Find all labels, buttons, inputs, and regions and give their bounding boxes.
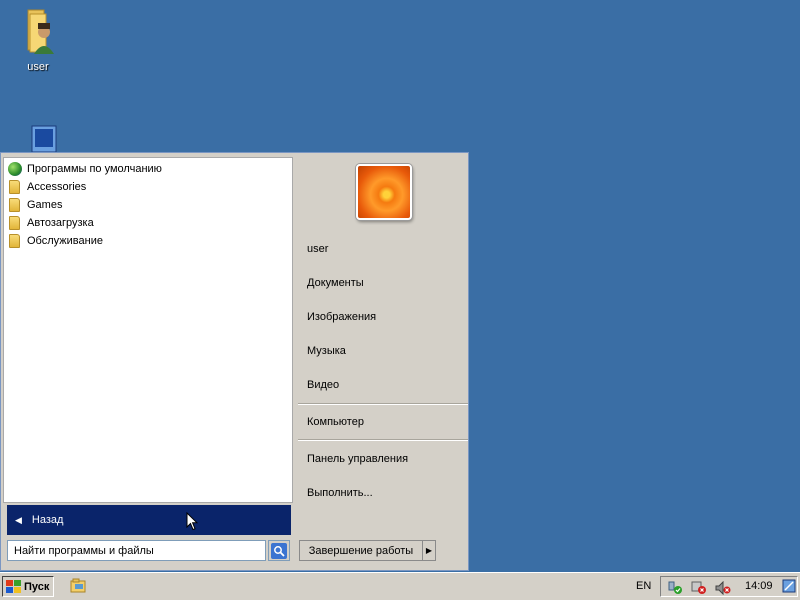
program-label: Обслуживание xyxy=(27,235,103,247)
windows-flag-icon xyxy=(6,580,21,593)
back-button[interactable]: ◀ Назад xyxy=(7,505,291,535)
video-link[interactable]: Видео xyxy=(307,379,339,391)
user-folder-icon xyxy=(27,9,54,54)
computer-icon xyxy=(31,125,57,153)
shutdown-button[interactable]: Завершение работы xyxy=(299,540,423,561)
folder-icon xyxy=(9,234,20,248)
program-label: Автозагрузка xyxy=(27,217,94,229)
program-item-maintenance[interactable]: Обслуживание xyxy=(6,232,292,250)
system-tray xyxy=(660,576,798,597)
triangle-right-icon: ▶ xyxy=(425,546,433,555)
folder-icon xyxy=(9,216,20,230)
program-item-games[interactable]: Games xyxy=(6,196,292,214)
program-item-startup[interactable]: Автозагрузка xyxy=(6,214,292,232)
desktop-icon-label: user xyxy=(27,61,49,73)
start-menu-right-panel: user Документы Изображения Музыка Видео … xyxy=(294,153,468,570)
pictures-link[interactable]: Изображения xyxy=(307,311,376,323)
network-icon[interactable] xyxy=(667,581,683,595)
search-icon xyxy=(271,542,287,559)
language-indicator[interactable]: EN xyxy=(636,580,651,592)
separator xyxy=(298,439,468,441)
program-label: Games xyxy=(27,199,63,211)
program-item-default-programs[interactable]: Программы по умолчанию xyxy=(6,160,292,178)
search-button[interactable] xyxy=(268,540,290,561)
computer-link[interactable]: Компьютер xyxy=(307,416,364,428)
start-menu: Программы по умолчанию Accessories Games… xyxy=(0,152,469,571)
mouse-cursor-icon xyxy=(186,512,198,531)
program-label: Accessories xyxy=(27,181,87,193)
program-label: Программы по умолчанию xyxy=(27,163,162,175)
start-button[interactable]: Пуск xyxy=(2,576,54,597)
taskbar: Пуск EN 14:09 xyxy=(0,572,800,600)
explorer-icon[interactable] xyxy=(70,578,86,593)
volume-muted-icon[interactable] xyxy=(715,581,731,595)
user-avatar[interactable] xyxy=(356,164,412,220)
separator xyxy=(298,403,468,405)
folder-icon xyxy=(9,180,20,194)
documents-link[interactable]: Документы xyxy=(307,277,364,289)
search-input[interactable] xyxy=(7,540,266,561)
shutdown-options-button[interactable]: ▶ xyxy=(423,540,436,561)
shutdown-label: Завершение работы xyxy=(308,544,414,557)
start-label: Пуск xyxy=(24,580,50,593)
program-item-accessories[interactable]: Accessories xyxy=(6,178,292,196)
desktop-icon-user[interactable]: user xyxy=(6,6,70,73)
show-desktop-icon[interactable] xyxy=(782,579,796,593)
back-label: Назад xyxy=(31,514,64,526)
all-programs-panel: Программы по умолчанию Accessories Games… xyxy=(3,157,293,503)
user-folder-link[interactable]: user xyxy=(307,243,328,255)
control-panel-link[interactable]: Панель управления xyxy=(307,453,408,465)
triangle-left-icon: ◀ xyxy=(15,514,22,525)
clock[interactable]: 14:09 xyxy=(745,580,773,592)
default-programs-icon xyxy=(8,162,22,176)
music-link[interactable]: Музыка xyxy=(307,345,346,357)
program-list: Программы по умолчанию Accessories Games… xyxy=(4,158,292,250)
run-link[interactable]: Выполнить... xyxy=(307,487,373,499)
folder-icon xyxy=(9,198,20,212)
security-alert-icon[interactable] xyxy=(691,581,707,595)
